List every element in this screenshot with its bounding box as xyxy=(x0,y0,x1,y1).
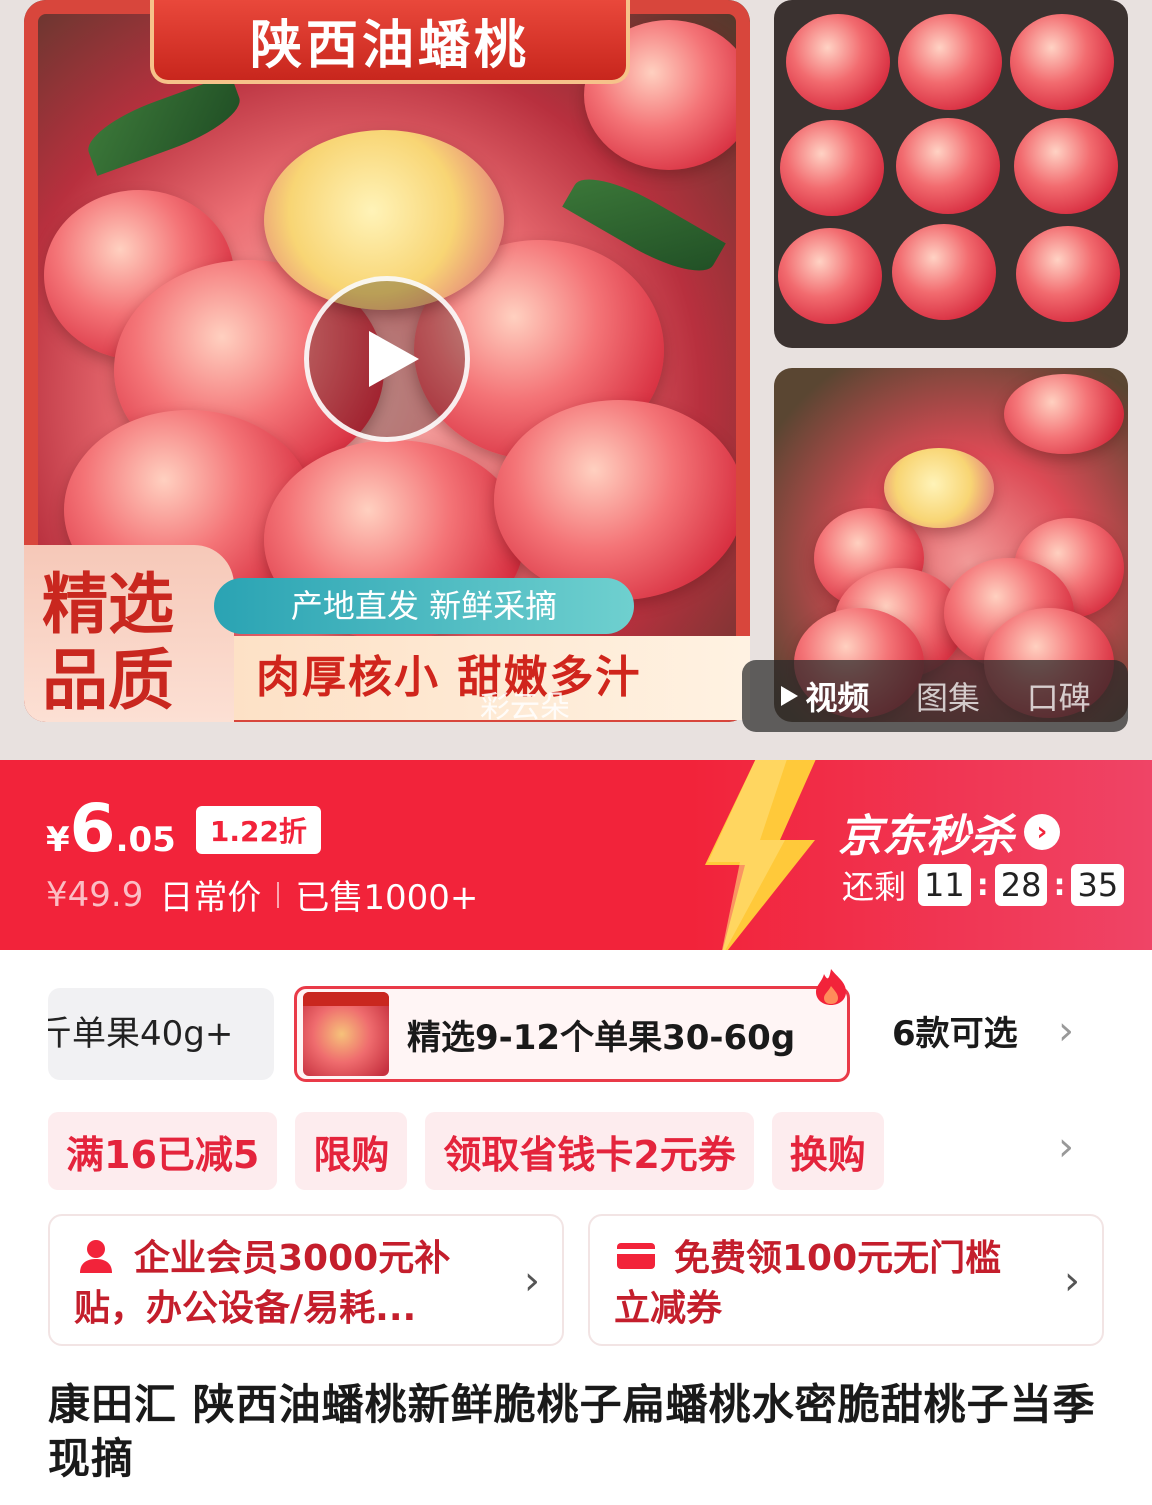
peach-image xyxy=(896,118,1000,214)
colon-separator: : xyxy=(1053,867,1066,903)
spec-selector: 斤单果40g+ 精选9-12个单果30-60g 6款可选 › xyxy=(48,969,1118,1082)
peach-image xyxy=(898,14,1002,110)
spec-thumbnail xyxy=(303,992,389,1076)
original-price-label: 日常价 xyxy=(159,878,262,918)
countdown-hours: 11 xyxy=(918,864,971,906)
promo-chip-limit[interactable]: 限购 xyxy=(295,1112,408,1190)
spec-option[interactable]: 斤单果40g+ xyxy=(48,988,274,1080)
product-gallery[interactable]: 陕西油蟠桃 精选品质 产地直发 新鲜采摘 肉厚核小 甜嫩多汁 彩云朵 视频 图集… xyxy=(0,0,1152,760)
countdown-label: 还剩 xyxy=(842,868,907,906)
tab-video-label: 视频 xyxy=(805,679,870,717)
flash-sale-price-banner: ¥ 6 .05 1.22折 ¥49.9 日常价 已售1000+ 京东秒杀 › 还… xyxy=(0,760,1152,950)
tab-reviews[interactable]: 口碑 xyxy=(1027,673,1091,719)
peach-image xyxy=(778,228,882,324)
spec-selected-label: 精选9-12个单果30-60g xyxy=(407,1017,796,1058)
chevron-right-icon[interactable]: › xyxy=(1058,1008,1074,1054)
quality-badge-text: 精选品质 xyxy=(42,566,174,719)
image-watermark: 彩云朵 xyxy=(480,690,570,725)
origin-tag: 产地直发 新鲜采摘 xyxy=(214,578,634,634)
lightning-icon xyxy=(705,760,816,950)
sold-count: 已售1000+ xyxy=(295,878,479,918)
chevron-right-icon[interactable]: › xyxy=(1058,1124,1074,1170)
promo-chip-coupon[interactable]: 领取省钱卡2元券 xyxy=(425,1112,754,1190)
tab-reviews-label: 口碑 xyxy=(1026,679,1091,717)
peach-image xyxy=(1004,374,1124,454)
promo-chip-discount[interactable]: 满16已减5 xyxy=(48,1112,278,1190)
chevron-right-icon: › xyxy=(1024,814,1060,850)
flash-sale-link[interactable]: 京东秒杀 › xyxy=(838,800,1060,864)
cut-peach-image xyxy=(884,448,994,528)
peach-image xyxy=(1016,226,1120,322)
discount-badge: 1.22折 xyxy=(195,806,321,854)
tab-gallery[interactable]: 图集 xyxy=(916,673,980,719)
free-coupon-card[interactable]: 免费领100元无门槛立减券 › xyxy=(588,1214,1104,1346)
peach-image xyxy=(1014,118,1118,214)
spec-option-label: 斤单果40g+ xyxy=(48,1014,234,1054)
spec-count-label: 6款可选 xyxy=(892,1014,1018,1054)
product-title: 康田汇 陕西油蟠桃新鲜脆桃子扁蟠桃水密脆甜桃子当季现摘 xyxy=(48,1380,1096,1483)
promotion-chips: 满16已减5 限购 领取省钱卡2元券 换购 xyxy=(48,1112,1118,1190)
enterprise-member-text: 企业会员3000元补贴，办公设备/易耗... xyxy=(74,1238,451,1329)
card-icon xyxy=(617,1243,655,1269)
colon-separator: : xyxy=(976,867,989,903)
peach-image xyxy=(786,14,890,110)
tab-gallery-label: 图集 xyxy=(915,679,980,717)
thumbnail-peach-grid[interactable] xyxy=(774,0,1128,348)
quality-badge: 精选品质 xyxy=(24,545,234,722)
play-small-icon xyxy=(781,686,799,706)
price-integer: 6 xyxy=(69,790,116,867)
divider xyxy=(277,881,280,908)
peach-image xyxy=(780,120,884,216)
image-title-banner: 陕西油蟠桃 xyxy=(150,0,630,84)
countdown-timer: 还剩 11 : 28 : 35 xyxy=(842,862,1125,908)
chevron-right-icon: › xyxy=(524,1258,540,1304)
price-meta: ¥49.9 日常价 已售1000+ xyxy=(46,870,478,919)
media-tab-bar: 视频 图集 口碑 xyxy=(742,660,1128,732)
peach-image xyxy=(1010,14,1114,110)
countdown-minutes: 28 xyxy=(994,864,1048,906)
price-decimal: .05 xyxy=(115,820,176,860)
person-icon xyxy=(80,1240,112,1273)
play-video-button[interactable] xyxy=(304,276,470,442)
chevron-right-icon: › xyxy=(1064,1258,1080,1304)
peach-image xyxy=(892,224,996,320)
countdown-seconds: 35 xyxy=(1071,864,1125,906)
spec-count-button[interactable]: 6款可选 xyxy=(892,986,1018,1082)
enterprise-member-card[interactable]: 企业会员3000元补贴，办公设备/易耗... › xyxy=(48,1214,564,1346)
hot-flame-icon xyxy=(816,969,846,1005)
free-coupon-text: 免费领100元无门槛立减券 xyxy=(614,1238,1002,1329)
promo-chip-exchange[interactable]: 换购 xyxy=(771,1112,884,1190)
play-icon xyxy=(369,331,419,387)
currency-symbol: ¥ xyxy=(46,820,70,860)
original-price: ¥49.9 xyxy=(46,874,144,915)
current-price: ¥ 6 .05 1.22折 xyxy=(46,790,321,867)
tab-video[interactable]: 视频 xyxy=(779,673,869,719)
spec-option-selected[interactable]: 精选9-12个单果30-60g xyxy=(294,986,850,1082)
flash-sale-title: 京东秒杀 xyxy=(838,811,1014,862)
